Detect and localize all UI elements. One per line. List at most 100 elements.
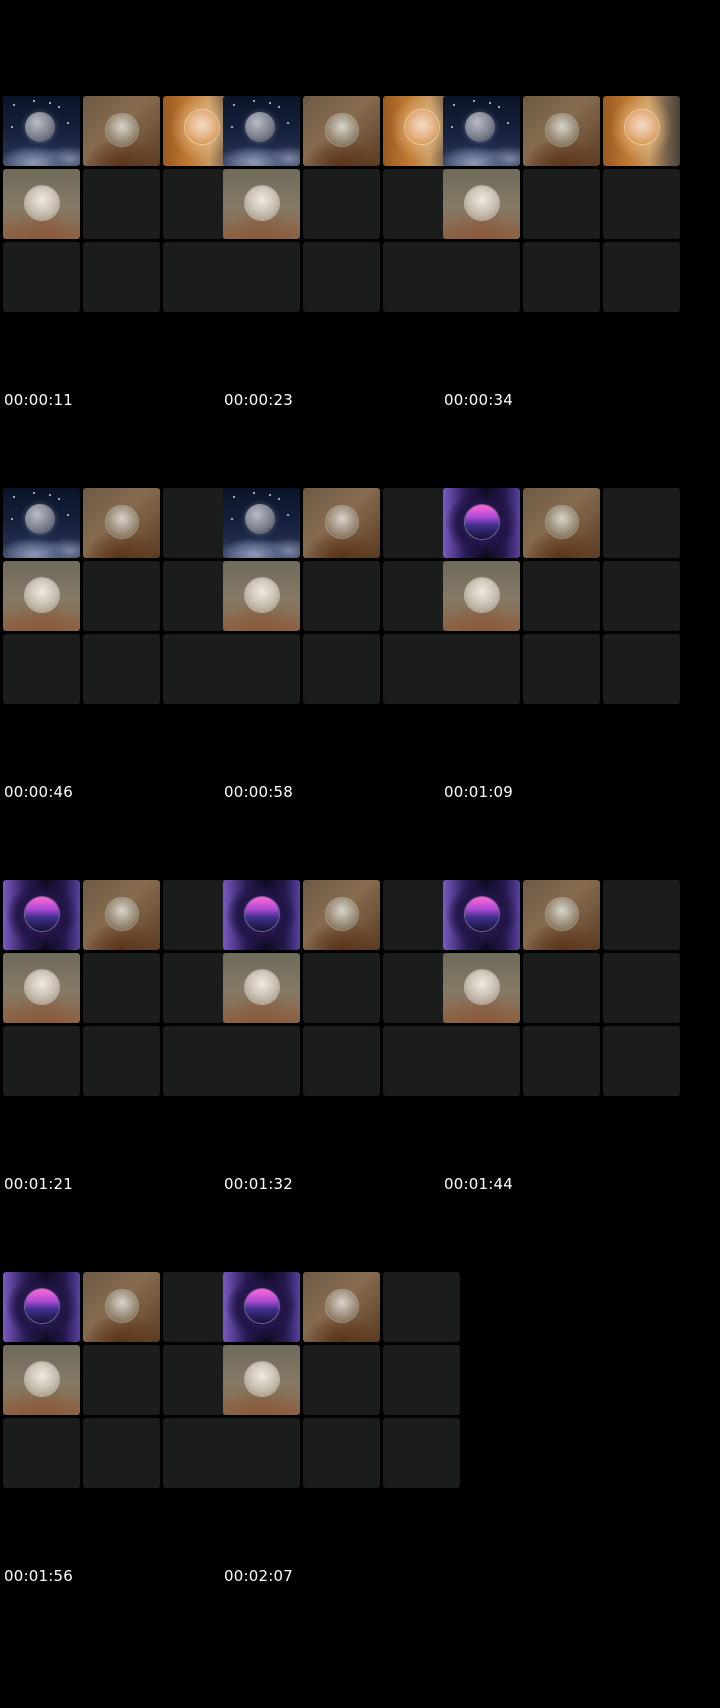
video-call-grid [3, 880, 240, 1096]
star-icon [67, 122, 69, 124]
avatar [326, 506, 358, 538]
moon-icon [245, 504, 275, 534]
star-icon [498, 106, 500, 108]
empty-tile [383, 1418, 460, 1488]
empty-tile [3, 1418, 80, 1488]
star-icon [233, 104, 235, 106]
avatar [465, 897, 499, 931]
video-tile-older-person [223, 561, 300, 631]
star-icon [11, 126, 13, 128]
video-tile-older-person [443, 953, 520, 1023]
star-icon [58, 498, 60, 500]
frame-thumbnail: 00:00:34 [440, 0, 680, 419]
empty-tile [83, 634, 160, 704]
empty-tile [223, 634, 300, 704]
empty-tile [603, 561, 680, 631]
video-tile-purple-neon [3, 1272, 80, 1342]
avatar [106, 1290, 138, 1322]
star-icon [233, 496, 235, 498]
video-tile-purple-neon [443, 488, 520, 558]
empty-tile [443, 1026, 520, 1096]
avatar [546, 114, 578, 146]
avatar [25, 1362, 59, 1396]
contact-sheet: 00:00:11 00:00:23 00:00:34 00:00:46 00:00:58… [0, 0, 720, 1708]
frame-thumbnail: 00:01:44 [440, 776, 680, 1203]
empty-tile [83, 1418, 160, 1488]
avatar [25, 578, 59, 612]
video-call-grid [223, 488, 460, 704]
frame-thumbnail: 00:00:58 [220, 384, 460, 811]
video-tile-bedroom-selfie [303, 1272, 380, 1342]
moon-icon [25, 504, 55, 534]
empty-tile [523, 953, 600, 1023]
video-tile-older-person [223, 169, 300, 239]
video-tile-moon [3, 96, 80, 166]
avatar [326, 114, 358, 146]
empty-tile [3, 634, 80, 704]
video-tile-bedroom-selfie [83, 1272, 160, 1342]
empty-tile [3, 1026, 80, 1096]
video-tile-older-person [223, 953, 300, 1023]
empty-tile [603, 169, 680, 239]
star-icon [231, 126, 233, 128]
video-tile-older-person [443, 169, 520, 239]
avatar [245, 897, 279, 931]
empty-tile [303, 634, 380, 704]
avatar [245, 578, 279, 612]
video-tile-older-person [223, 1345, 300, 1415]
empty-tile [523, 169, 600, 239]
avatar [245, 1362, 279, 1396]
empty-tile [303, 169, 380, 239]
frame-timestamp: 00:02:07 [224, 1567, 293, 1585]
video-tile-older-person [3, 169, 80, 239]
star-icon [253, 492, 255, 494]
empty-tile [303, 1026, 380, 1096]
frame-thumbnail: 00:00:46 [0, 384, 240, 811]
video-call-grid [223, 1272, 460, 1488]
empty-tile [523, 561, 600, 631]
empty-tile [303, 1345, 380, 1415]
moon-icon [25, 112, 55, 142]
video-tile-bedroom-selfie [83, 880, 160, 950]
empty-tile [83, 169, 160, 239]
empty-tile [523, 242, 600, 312]
video-call-grid [443, 96, 680, 312]
frame-thumbnail: 00:02:07 [220, 1168, 460, 1595]
avatar [465, 505, 499, 539]
video-tile-older-person [443, 561, 520, 631]
video-call-grid [3, 488, 240, 704]
video-tile-bedroom-selfie [523, 96, 600, 166]
avatar [625, 110, 659, 144]
empty-tile [443, 634, 520, 704]
video-call-grid [223, 96, 460, 312]
star-icon [269, 494, 271, 496]
frame-thumbnail: 00:01:32 [220, 776, 460, 1203]
star-icon [507, 122, 509, 124]
star-icon [287, 514, 289, 516]
star-icon [33, 492, 35, 494]
empty-tile [3, 242, 80, 312]
star-icon [489, 102, 491, 104]
frame-timestamp: 00:01:56 [4, 1567, 73, 1585]
star-icon [49, 494, 51, 496]
video-tile-moon [223, 488, 300, 558]
empty-tile [303, 1418, 380, 1488]
empty-tile [603, 488, 680, 558]
star-icon [269, 102, 271, 104]
empty-tile [603, 242, 680, 312]
video-tile-moon [443, 96, 520, 166]
avatar [245, 970, 279, 1004]
star-icon [287, 122, 289, 124]
empty-tile [303, 242, 380, 312]
frame-thumbnail: 00:00:23 [220, 0, 460, 419]
avatar [25, 897, 59, 931]
video-tile-bedroom-selfie [303, 880, 380, 950]
avatar [326, 898, 358, 930]
empty-tile [443, 242, 520, 312]
video-tile-purple-neon [443, 880, 520, 950]
frame-thumbnail: 00:01:21 [0, 776, 240, 1203]
avatar [25, 970, 59, 1004]
video-tile-moon [223, 96, 300, 166]
avatar [25, 1289, 59, 1323]
video-tile-bedroom-selfie [303, 96, 380, 166]
